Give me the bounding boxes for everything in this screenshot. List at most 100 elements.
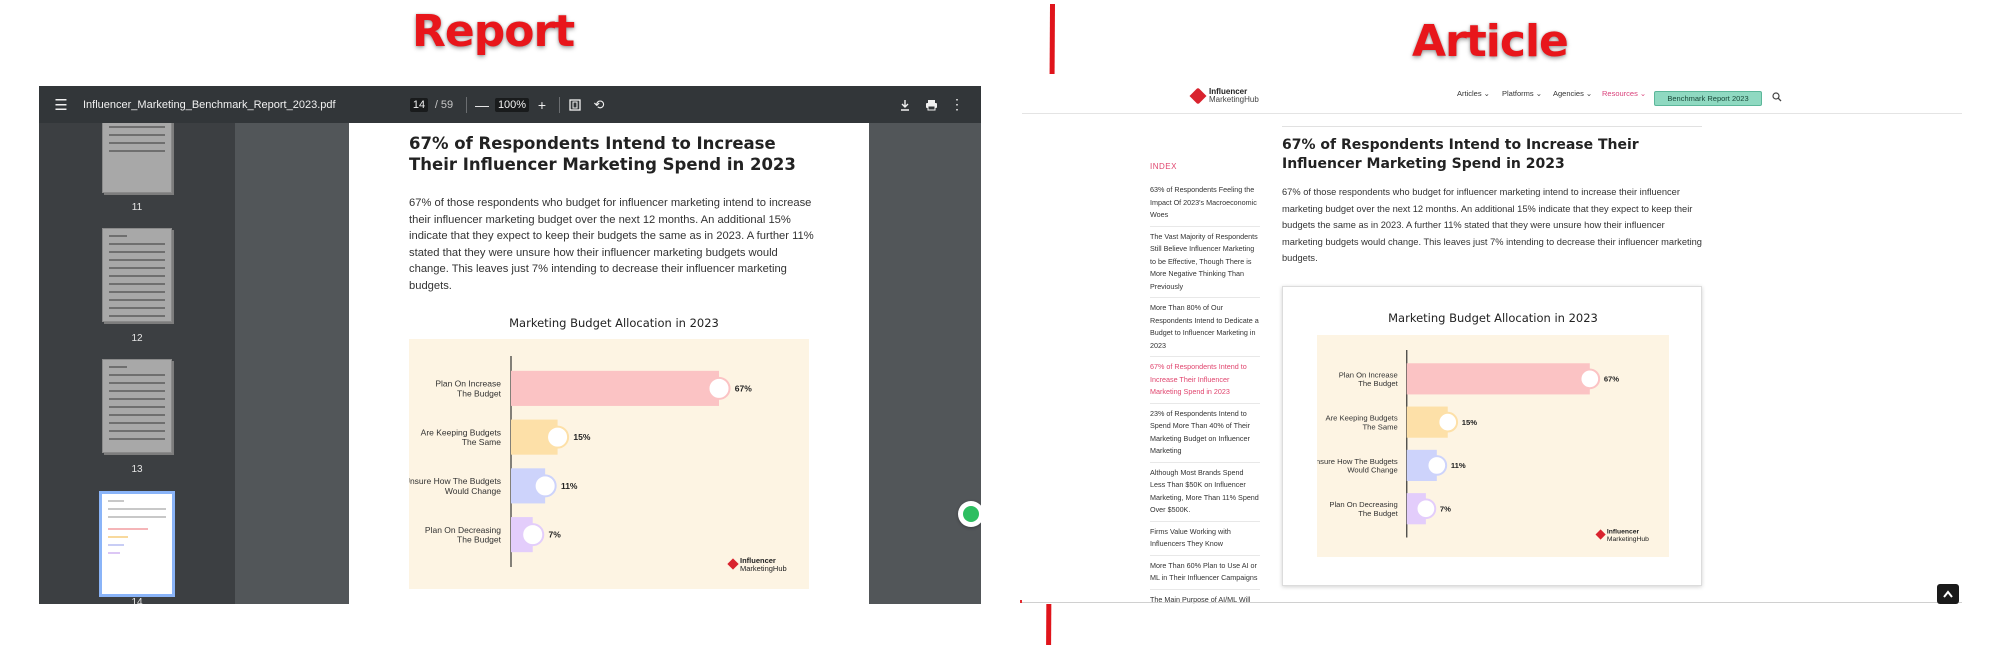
index-item[interactable]: More Than 60% Plan to Use AI or ML in Th… xyxy=(1150,560,1260,590)
chart-bar xyxy=(1406,363,1590,395)
article-paragraph: 67% of those respondents who budget for … xyxy=(1282,187,1702,264)
page-total: / 59 xyxy=(434,98,454,111)
report-title-label: Report xyxy=(412,6,575,57)
site-navbar: Influencer MarketingHub Articles ⌄ Platfo… xyxy=(1022,74,1962,114)
heart-logo-icon xyxy=(1189,87,1207,105)
chart-bar-knob xyxy=(1415,498,1437,520)
pdf-toolbar: ☰ Influencer_Marketing_Benchmark_Report_… xyxy=(39,86,981,123)
nav-agencies[interactable]: Agencies ⌄ xyxy=(1553,89,1592,98)
pdf-filename: Influencer_Marketing_Benchmark_Report_20… xyxy=(83,98,336,111)
page-paragraph: 67% of those respondents who budget for … xyxy=(409,197,814,292)
chart-value-label: 11% xyxy=(561,481,578,491)
zoom-out-button[interactable]: — xyxy=(471,86,493,123)
chart-category-label: Are Keeping Budgets The Same xyxy=(1326,414,1398,432)
page-margin xyxy=(869,123,981,604)
chart-title: Marketing Budget Allocation in 2023 xyxy=(1388,311,1598,325)
chart-title: Marketing Budget Allocation in 2023 xyxy=(509,316,719,330)
nav-resources[interactable]: Resources ⌄ xyxy=(1602,89,1646,98)
page-thumbnail-current[interactable] xyxy=(99,491,175,597)
page-thumbnail[interactable] xyxy=(102,228,172,322)
chart-bar-knob xyxy=(1426,455,1448,476)
index-title: INDEX xyxy=(1150,162,1177,171)
zoom-in-button[interactable]: + xyxy=(531,86,553,123)
chart-bar-knob xyxy=(707,376,731,400)
chart-category-label: Plan On Increase The Budget xyxy=(1339,370,1399,388)
pdf-page: 67% of Respondents Intend to Increase Th… xyxy=(349,123,869,604)
thumbnail-sidebar: 11 12 13 14 xyxy=(39,123,235,604)
chart-svg: 67% Plan On Increase The Budget 15% Are Keep… xyxy=(409,356,787,573)
chart-value-label: 15% xyxy=(1462,418,1477,427)
chart-value-label: 7% xyxy=(549,530,562,540)
chart-category-label: Plan On Decreasing The Budget xyxy=(1329,500,1398,518)
index-item-current[interactable]: 67% of Respondents Intend to Increase Th… xyxy=(1150,361,1260,404)
logo-line2: MarketingHub xyxy=(1209,95,1259,104)
fit-page-icon[interactable] xyxy=(563,86,587,123)
download-icon[interactable] xyxy=(893,86,917,123)
chart-bar-knob xyxy=(546,425,570,449)
chart-bar-knob xyxy=(521,523,545,547)
zoom-value: 100% xyxy=(494,97,530,112)
article-page: Influencer MarketingHub Articles ⌄ Platfo… xyxy=(1022,74,1962,604)
chart-svg: 67% Plan On Increase The Budget 15% Are Keep… xyxy=(1317,350,1649,543)
chart-value-label: 67% xyxy=(1604,375,1619,384)
rotate-icon[interactable]: ⟲ xyxy=(587,86,611,123)
index-item[interactable]: Although Most Brands Spend Less Than $50… xyxy=(1150,467,1260,522)
chart-category-label: Are Keeping Budgets The Same xyxy=(421,427,502,447)
pdf-viewer: ☰ Influencer_Marketing_Benchmark_Report_… xyxy=(39,86,981,604)
page-bottom-line xyxy=(1022,602,1962,603)
chart-category-label: Unsure How The Budgets Would Change xyxy=(409,476,501,496)
article-body: 67% of Respondents Intend to Increase Th… xyxy=(1282,136,1702,267)
thumbnail-number: 11 xyxy=(131,202,143,213)
nav-platforms[interactable]: Platforms ⌄ xyxy=(1502,89,1542,98)
chart-bar-knob xyxy=(533,474,557,498)
article-title-label: Article xyxy=(1412,16,1569,67)
thumbnail-number: 13 xyxy=(131,464,143,475)
chart-value-label: 7% xyxy=(1440,504,1451,513)
chart-bar-knob xyxy=(1579,368,1601,390)
page-thumbnail[interactable] xyxy=(102,359,172,453)
chart-logo-text: Influencer MarketingHub xyxy=(740,556,787,573)
page-thumbnail[interactable] xyxy=(102,123,172,193)
chart-logo-icon xyxy=(1595,529,1606,540)
chart-value-label: 11% xyxy=(1451,461,1466,470)
page-margin xyxy=(235,123,349,604)
zoom-input[interactable]: 100% xyxy=(494,86,530,123)
chart-bar xyxy=(511,370,719,406)
scroll-to-top-button[interactable] xyxy=(1937,584,1959,604)
page-number-input[interactable]: 14 xyxy=(409,86,429,123)
toolbar-divider xyxy=(466,97,467,113)
thumbnail-number: 14 xyxy=(131,597,143,604)
index-item[interactable]: The Vast Majority of Respondents Still B… xyxy=(1150,231,1260,298)
nav-articles[interactable]: Articles ⌄ xyxy=(1457,89,1490,98)
page-heading: 67% of Respondents Intend to Increase Th… xyxy=(409,134,796,174)
bar-chart: 67% Plan On Increase The Budget 15% Are Keep… xyxy=(1317,335,1669,557)
chart-category-label: Plan On Decreasing The Budget xyxy=(425,525,502,545)
comparison-canvas: { "labels": { "report": "Report", "artic… xyxy=(0,0,2000,645)
chart-bar-knob xyxy=(1437,411,1459,433)
article-heading: 67% of Respondents Intend to Increase Th… xyxy=(1282,137,1639,172)
benchmark-report-button[interactable]: Benchmark Report 2023 xyxy=(1654,91,1762,106)
bar-chart: 67% Plan On Increase The Budget 15% Are Keep… xyxy=(409,339,809,589)
chart-logo-text: Influencer MarketingHub xyxy=(1607,529,1649,543)
content-divider xyxy=(1282,126,1702,127)
index-list: 63% of Respondents Feeling the Impact Of… xyxy=(1150,184,1260,604)
search-icon[interactable] xyxy=(1772,92,1782,105)
index-item[interactable]: More Than 80% of Our Respondents Intend … xyxy=(1150,302,1260,357)
site-logo[interactable]: Influencer MarketingHub xyxy=(1189,87,1259,105)
chart-category-label: Unsure How The Budgets Would Change xyxy=(1317,457,1398,475)
more-options-icon[interactable]: ⋮ xyxy=(945,86,969,123)
chart-value-label: 67% xyxy=(735,383,752,393)
index-item[interactable]: Firms Value Working with Influencers The… xyxy=(1150,526,1260,556)
chart-category-label: Plan On Increase The Budget xyxy=(435,379,501,399)
chart-logo-icon xyxy=(727,558,739,570)
chart-card: Marketing Budget Allocation in 2023 67% P… xyxy=(1282,286,1702,586)
index-item[interactable]: 23% of Respondents Intend to Spend More … xyxy=(1150,408,1260,463)
print-icon[interactable] xyxy=(919,86,943,123)
toolbar-divider xyxy=(559,97,560,113)
thumbnail-number: 12 xyxy=(131,333,143,344)
chart-value-label: 15% xyxy=(573,432,590,442)
evernote-extension-icon[interactable] xyxy=(958,501,981,527)
menu-icon[interactable]: ☰ xyxy=(49,86,73,123)
page-number-value: 14 xyxy=(409,97,429,112)
index-item[interactable]: 63% of Respondents Feeling the Impact Of… xyxy=(1150,184,1260,227)
